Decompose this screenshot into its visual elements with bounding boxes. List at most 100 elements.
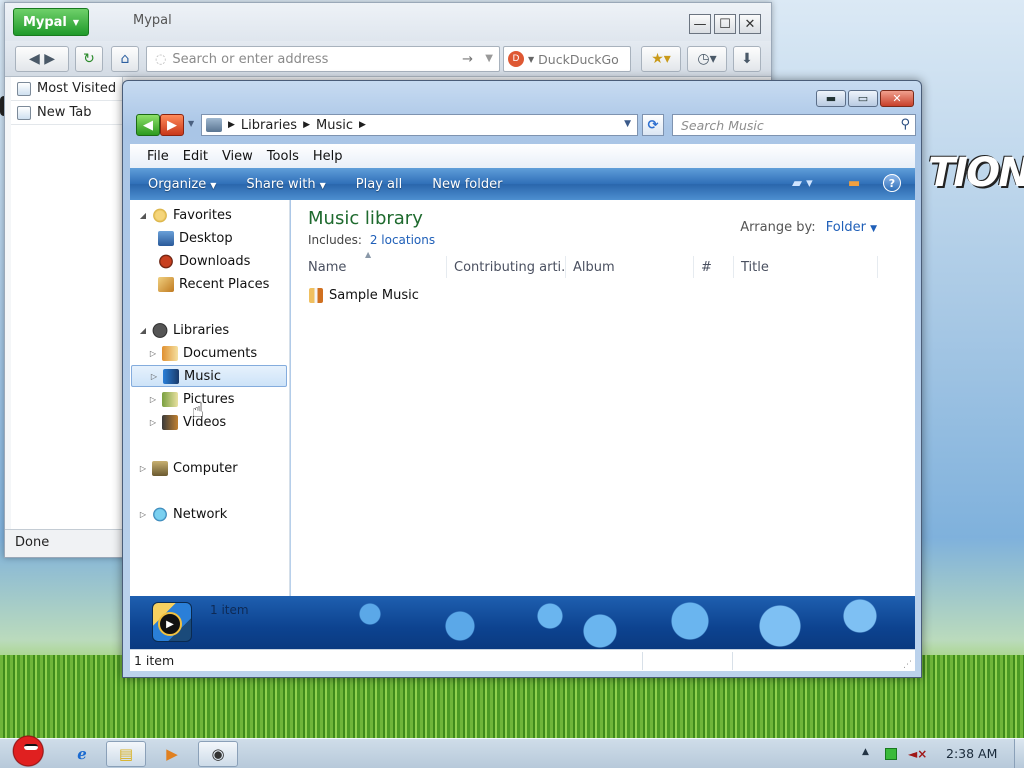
- show-hidden-icons-icon[interactable]: ▲: [862, 747, 869, 757]
- explorer-maximize-button[interactable]: ▭: [848, 90, 878, 107]
- maximize-button[interactable]: ☐: [714, 14, 736, 34]
- search-music-input[interactable]: Search Music ⚲: [672, 114, 916, 136]
- address-dropdown-icon[interactable]: ▼: [624, 119, 631, 129]
- preview-pane-button[interactable]: ▬: [848, 176, 860, 191]
- expand-triangle-icon[interactable]: ▷: [149, 372, 159, 381]
- share-with-button[interactable]: Share with ▼: [246, 177, 325, 192]
- column-header-contributing-artists[interactable]: Contributing arti...: [447, 256, 566, 278]
- arrange-by-dropdown[interactable]: Folder ▼: [826, 220, 877, 235]
- bookmark-most-visited[interactable]: Most Visited: [11, 77, 122, 101]
- recent-pages-dropdown-icon[interactable]: ▼: [188, 119, 194, 128]
- nav-label: Network: [173, 506, 228, 522]
- breadcrumb-libraries[interactable]: Libraries: [241, 118, 297, 133]
- breadcrumb-separator-icon[interactable]: ▶: [228, 120, 235, 130]
- nav-recent-places[interactable]: Recent Places: [130, 273, 288, 295]
- nav-network[interactable]: ▷ Network: [130, 503, 288, 525]
- explorer-close-button[interactable]: ✕: [880, 90, 914, 107]
- column-header-album[interactable]: Album: [566, 256, 694, 278]
- refresh-icon: ⟳: [647, 117, 659, 133]
- menu-file[interactable]: File: [140, 149, 176, 164]
- close-button[interactable]: ✕: [739, 14, 761, 34]
- menu-view[interactable]: View: [215, 149, 260, 164]
- new-folder-button[interactable]: New folder: [432, 177, 502, 192]
- mypal-titlebar[interactable]: Mypal ▼ Mypal — ☐ ✕: [5, 3, 771, 41]
- page-icon: [17, 105, 31, 120]
- history-button[interactable]: ◷▾: [687, 46, 727, 72]
- taskbar-clock[interactable]: 2:38 AM: [946, 746, 997, 761]
- go-arrow-icon[interactable]: →: [462, 52, 473, 67]
- mypal-menu-button[interactable]: Mypal ▼: [13, 8, 89, 36]
- play-all-button[interactable]: Play all: [356, 177, 402, 192]
- nav-videos[interactable]: ▷ Videos: [130, 411, 288, 433]
- minimize-button[interactable]: —: [689, 14, 711, 34]
- nav-documents[interactable]: ▷ Documents: [130, 342, 288, 364]
- taskbar-media-player[interactable]: ▶: [152, 741, 192, 767]
- network-status-icon[interactable]: [885, 748, 897, 760]
- url-bar[interactable]: ◌ Search or enter address → ▼: [146, 46, 500, 72]
- nav-label: Desktop: [179, 230, 233, 246]
- menu-help[interactable]: Help: [306, 149, 350, 164]
- column-header-name[interactable]: Name: [301, 256, 447, 278]
- taskbar-file-explorer[interactable]: ▤: [106, 741, 146, 767]
- list-item[interactable]: Sample Music: [309, 288, 419, 303]
- expand-triangle-icon[interactable]: ▷: [148, 349, 158, 358]
- volume-muted-icon[interactable]: ◄×: [908, 747, 927, 761]
- bookmarks-button[interactable]: ★▾: [641, 46, 681, 72]
- nav-downloads[interactable]: Downloads: [130, 250, 288, 272]
- nav-computer[interactable]: ▷ Computer: [130, 457, 288, 479]
- explorer-minimize-button[interactable]: ▬: [816, 90, 846, 107]
- start-button[interactable]: [4, 733, 48, 768]
- url-dropdown-icon[interactable]: ▼: [485, 53, 493, 64]
- show-desktop-button[interactable]: [1014, 739, 1024, 768]
- collapse-triangle-icon[interactable]: ◢: [138, 326, 148, 335]
- library-includes: Includes: 2 locations: [308, 233, 435, 247]
- breadcrumb-separator-icon[interactable]: ▶: [359, 120, 366, 130]
- column-header-title[interactable]: Title: [734, 256, 878, 278]
- explorer-window[interactable]: ▬ ▭ ✕ ◀ ▶ ▼ ▶ Libraries ▶ Music ▶ ▼ ⟳ Se…: [122, 80, 922, 678]
- menu-tools[interactable]: Tools: [260, 149, 306, 164]
- expand-triangle-icon[interactable]: ▷: [148, 418, 158, 427]
- back-button[interactable]: ◀: [136, 114, 160, 136]
- home-button[interactable]: ⌂: [111, 46, 139, 72]
- reload-button[interactable]: ↻: [75, 46, 103, 72]
- nav-label: Pictures: [183, 391, 235, 407]
- recent-places-icon: [158, 276, 174, 292]
- search-icon[interactable]: ⚲: [900, 117, 910, 132]
- column-header-track-number[interactable]: #: [694, 256, 734, 278]
- chevron-down-icon: ▼: [210, 180, 217, 190]
- refresh-button[interactable]: ⟳: [642, 114, 664, 136]
- forward-button[interactable]: ▶: [160, 114, 184, 136]
- collapse-triangle-icon[interactable]: ◢: [138, 211, 148, 220]
- nav-music[interactable]: ▷ Music: [131, 365, 287, 387]
- nav-favorites[interactable]: ◢ Favorites: [130, 204, 288, 226]
- nav-label: Favorites: [173, 207, 232, 223]
- taskbar: ℯ ▤ ▶ ◉ ▲ ◄× 2:38 AM: [0, 733, 1024, 768]
- expand-triangle-icon[interactable]: ▷: [148, 395, 158, 404]
- nav-libraries[interactable]: ◢ Libraries: [130, 319, 288, 341]
- taskbar-mypal[interactable]: ◉: [198, 741, 238, 767]
- search-bar[interactable]: D ▼ DuckDuckGo: [503, 46, 631, 72]
- nav-pictures[interactable]: ▷ Pictures: [130, 388, 288, 410]
- address-bar[interactable]: ▶ Libraries ▶ Music ▶ ▼: [201, 114, 638, 136]
- resize-grip-icon[interactable]: ⋰: [903, 660, 912, 670]
- change-view-button[interactable]: ▰ ▾: [792, 176, 813, 191]
- menu-edit[interactable]: Edit: [176, 149, 215, 164]
- taskbar-internet-explorer[interactable]: ℯ: [62, 741, 102, 767]
- details-pane: ▶ 1 item: [130, 596, 915, 649]
- status-divider: [732, 652, 733, 670]
- back-forward-button[interactable]: ◀ ▶: [15, 46, 69, 72]
- expand-triangle-icon[interactable]: ▷: [138, 510, 148, 519]
- mypal-status-bar: Done: [5, 529, 123, 557]
- organize-button[interactable]: Organize ▼: [148, 177, 216, 192]
- nav-desktop[interactable]: Desktop: [130, 227, 288, 249]
- search-engine-dropdown-icon[interactable]: ▼: [528, 55, 534, 64]
- help-icon[interactable]: ?: [883, 174, 901, 192]
- bookmark-new-tab[interactable]: New Tab: [11, 101, 122, 125]
- expand-triangle-icon[interactable]: ▷: [138, 464, 148, 473]
- downloads-button[interactable]: ⬇: [733, 46, 761, 72]
- downloads-icon: [158, 253, 174, 269]
- duckduckgo-icon[interactable]: D: [508, 51, 524, 67]
- library-locations-link[interactable]: 2 locations: [370, 233, 435, 247]
- breadcrumb-music[interactable]: Music: [316, 118, 353, 133]
- breadcrumb-separator-icon[interactable]: ▶: [303, 120, 310, 130]
